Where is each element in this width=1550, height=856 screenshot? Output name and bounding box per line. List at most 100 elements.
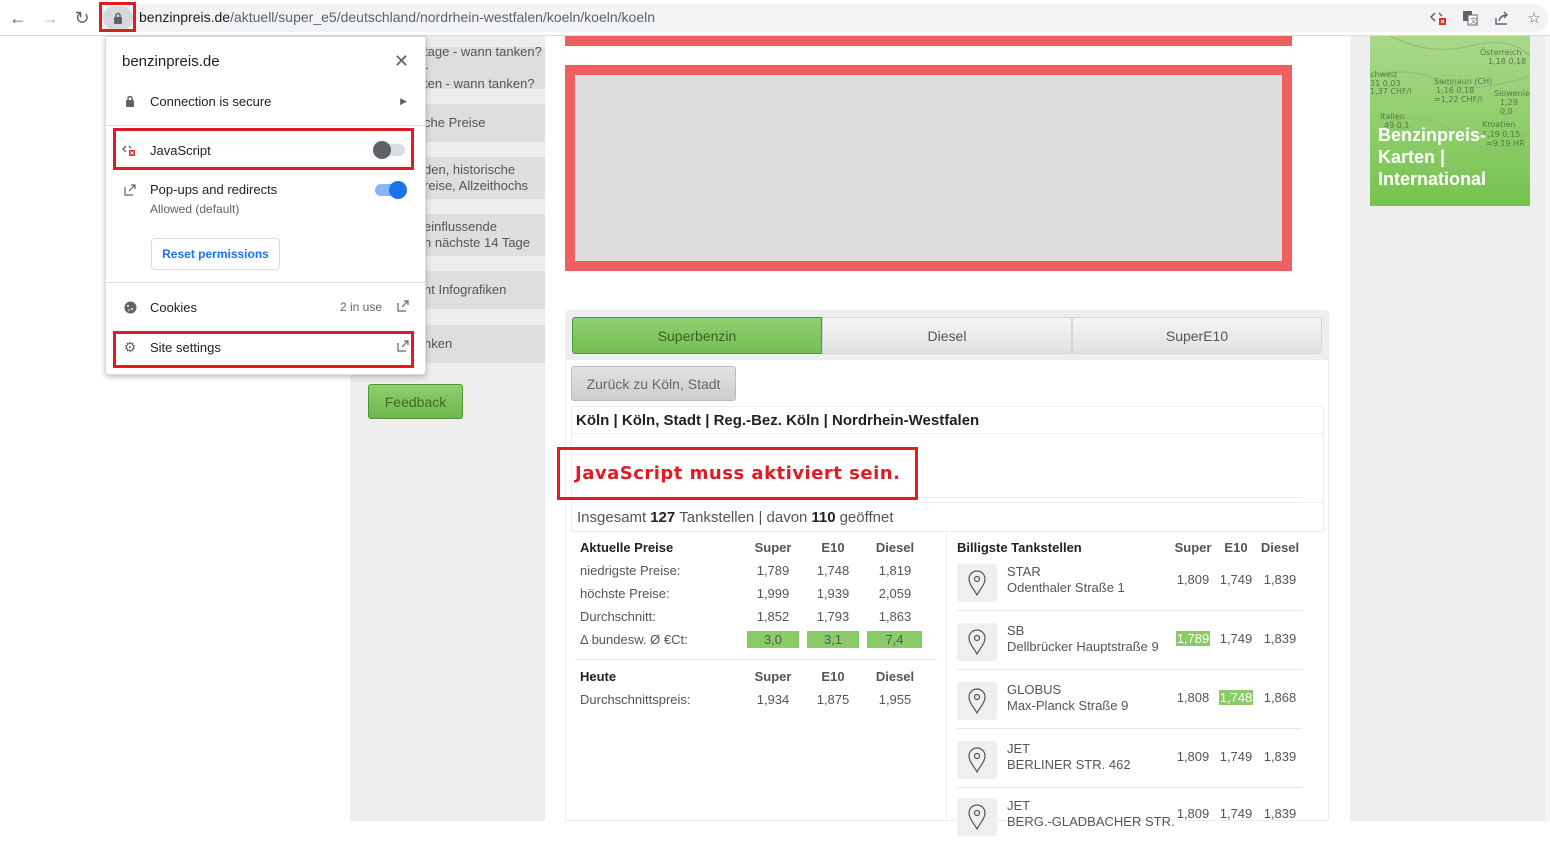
javascript-permission-row[interactable]: JavaScript — [106, 130, 427, 170]
javascript-blocked-icon — [122, 142, 138, 158]
price-cell: 1,955 — [878, 691, 912, 707]
popups-label: Pop-ups and redirects — [150, 182, 278, 197]
delta-badge: 3,0 — [747, 630, 799, 648]
price-cell: 1,789 — [756, 562, 790, 578]
price-cell: 1,934 — [756, 691, 790, 707]
cheapest-price-highlight: 1,789 — [1176, 631, 1210, 646]
delta-badge: 7,4 — [867, 630, 922, 648]
station-price: 1,839 — [1263, 806, 1297, 821]
lock-icon — [114, 12, 122, 24]
map-label: Österreich — [1480, 48, 1522, 57]
page-scrollbar[interactable] — [1545, 36, 1550, 821]
breadcrumb-sep: | — [701, 411, 714, 429]
popups-toggle[interactable] — [375, 181, 407, 199]
breadcrumb-sep: | — [609, 411, 622, 429]
station-address[interactable]: BERG.-GLADBACHER STR. — [1007, 814, 1175, 830]
station-row[interactable]: JET BERLINER STR. 462 1,809 1,749 1,839 — [957, 741, 1302, 799]
map-pin-icon[interactable] — [957, 741, 997, 779]
tab-diesel[interactable]: Diesel — [822, 317, 1072, 354]
row-label: Δ bundesw. Ø €Ct: — [580, 631, 688, 647]
table-row: Durchschnittspreis: 1,934 1,875 1,955 — [580, 689, 911, 709]
map-pin-icon[interactable] — [957, 682, 997, 720]
station-row[interactable]: STAR Odenthaler Straße 1 1,809 1,749 1,839 — [957, 564, 1302, 622]
url-text[interactable]: benzinpreis.de/aktuell/super_e5/deutschl… — [139, 9, 655, 25]
forward-icon[interactable]: → — [39, 7, 61, 29]
map-pin-icon[interactable] — [957, 564, 997, 602]
sidebar-item-label: nt Infografiken — [424, 282, 507, 297]
station-address[interactable]: Dellbrücker Hauptstraße 9 — [1007, 639, 1159, 655]
back-to-koeln-button[interactable]: Zurück zu Köln, Stadt — [571, 366, 736, 401]
cookies-label: Cookies — [150, 299, 197, 315]
map-pin-icon[interactable] — [957, 623, 997, 661]
site-settings-row[interactable]: ⚙ Site settings — [106, 327, 427, 367]
station-row[interactable]: GLOBUS Max-Planck Straße 9 1,808 1,748 1,868 — [957, 682, 1302, 740]
tab-supere10[interactable]: SuperE10 — [1072, 317, 1322, 354]
share-icon[interactable] — [1492, 8, 1512, 28]
price-cell: 1,863 — [878, 608, 912, 624]
map-label: 1,18 0,18 — [1488, 57, 1527, 66]
divider — [957, 610, 1302, 611]
feedback-button[interactable]: Feedback — [368, 384, 463, 419]
tab-superbenzin[interactable]: Superbenzin — [572, 317, 822, 354]
map-pin-icon[interactable] — [957, 798, 997, 836]
header-cell: Diesel — [1260, 539, 1300, 555]
cookies-row[interactable]: Cookies 2 in use — [106, 287, 427, 327]
divider — [106, 125, 427, 126]
breadcrumb-item[interactable]: Köln, Stadt — [622, 412, 701, 429]
divider — [575, 659, 937, 660]
javascript-label: JavaScript — [150, 142, 211, 158]
header-cell: Super — [754, 668, 792, 684]
ad-placeholder[interactable] — [565, 65, 1292, 271]
station-address[interactable]: Max-Planck Straße 9 — [1007, 698, 1128, 714]
row-label: Durchschnittspreis: — [580, 691, 691, 707]
translate-icon[interactable]: 文 — [1460, 8, 1480, 28]
ad-title: Benzinpreis- Karten | International — [1378, 124, 1486, 190]
station-price: 1,839 — [1263, 631, 1297, 646]
map-label: ≈1,22 CHF/l — [1434, 95, 1483, 104]
header-cell: Aktuelle Preise — [580, 539, 674, 555]
close-icon[interactable]: ✕ — [394, 51, 409, 72]
price-cell: 2,059 — [878, 585, 912, 601]
popups-permission-row[interactable]: Pop-ups and redirects Allowed (default) — [106, 170, 427, 220]
gear-icon: ⚙ — [123, 338, 137, 355]
site-info-popup: benzinpreis.de ✕ Connection is secure ▶ … — [105, 36, 427, 375]
price-cell: 1,875 — [816, 691, 850, 707]
breadcrumb-item[interactable]: Köln — [576, 412, 609, 429]
popups-sub: Allowed (default) — [150, 202, 240, 216]
ad-benzinpreis-karten[interactable]: Österreich 1,18 0,18 chweiz 31 0,03 1,37… — [1370, 36, 1530, 206]
reload-icon[interactable]: ↻ — [71, 7, 93, 29]
table-row: Δ bundesw. Ø €Ct: 3,0 3,1 7,4 — [580, 629, 922, 649]
javascript-warning: JavaScript muss aktiviert sein. — [575, 463, 901, 484]
station-brand: SB — [1007, 623, 1025, 638]
station-row[interactable]: JET BERG.-GLADBACHER STR. 1,809 1,749 1,839 — [957, 798, 1302, 856]
station-address[interactable]: BERLINER STR. 462 — [1007, 757, 1131, 773]
divider — [957, 787, 1302, 788]
station-address[interactable]: Odenthaler Straße 1 — [1007, 580, 1125, 596]
sidebar-item-label: n nächste 14 Tage — [424, 235, 531, 250]
back-icon[interactable]: ← — [7, 7, 29, 29]
javascript-toggle[interactable] — [373, 141, 405, 159]
cookies-status: 2 in use — [339, 300, 382, 314]
station-price: 1,868 — [1263, 690, 1297, 705]
station-row[interactable]: SB Dellbrücker Hauptstraße 9 1,789 1,749 1,8… — [957, 623, 1302, 681]
price-cell: 1,939 — [816, 585, 850, 601]
header-cell: E10 — [1224, 539, 1248, 555]
sidebar-item-label: einflussende — [424, 219, 497, 234]
map-label: Slowenie — [1494, 89, 1530, 98]
external-link-icon — [122, 182, 138, 198]
table-header: Aktuelle Preise Super E10 Diesel — [580, 537, 914, 557]
javascript-blocked-icon[interactable] — [1429, 8, 1449, 28]
station-price: 1,839 — [1263, 749, 1297, 764]
sidebar-item-label: den, historische — [424, 162, 516, 177]
sidebar-item-label: nken — [424, 336, 453, 351]
breadcrumb-item[interactable]: Reg.-Bez. Köln — [714, 412, 820, 429]
breadcrumb-item[interactable]: Nordrhein-Westfalen — [832, 412, 979, 429]
sidebar-item-label: che Preise — [424, 115, 486, 130]
header-cell: Heute — [580, 668, 617, 684]
site-info-button[interactable] — [103, 6, 133, 30]
bookmark-star-icon[interactable]: ☆ — [1524, 8, 1544, 28]
map-label: 1,29 0,0 — [1500, 98, 1518, 116]
connection-row[interactable]: Connection is secure ▶ — [106, 81, 427, 121]
map-label: Kroatien — [1482, 120, 1516, 129]
reset-permissions-button[interactable]: Reset permissions — [151, 238, 280, 270]
